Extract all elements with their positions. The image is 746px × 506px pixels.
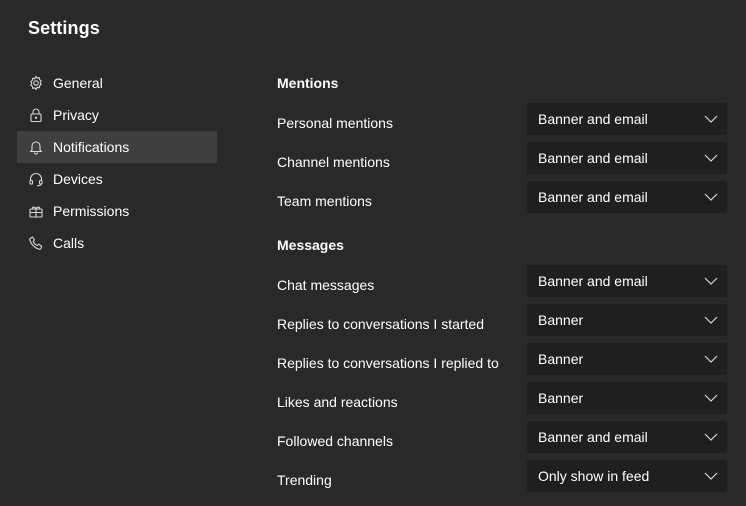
chat-messages-dropdown[interactable]: Banner and email xyxy=(527,265,727,297)
chevron-down-icon xyxy=(703,189,719,205)
chevron-down-icon xyxy=(703,273,719,289)
phone-icon xyxy=(28,235,44,251)
sidebar-item-label: Privacy xyxy=(53,107,99,123)
personal-mentions-dropdown[interactable]: Banner and email xyxy=(527,103,727,135)
row-label-replies-started: Replies to conversations I started xyxy=(277,316,484,332)
section-title-messages: Messages xyxy=(277,237,344,253)
chevron-down-icon xyxy=(703,468,719,484)
dropdown-value: Banner and email xyxy=(538,429,648,445)
replies-started-dropdown[interactable]: Banner xyxy=(527,304,727,336)
dropdown-value: Only show in feed xyxy=(538,468,650,484)
row-label-chat-messages: Chat messages xyxy=(277,277,375,293)
gift-box-icon xyxy=(28,203,44,219)
sidebar-item-notifications[interactable]: Notifications xyxy=(17,131,217,163)
dropdown-value: Banner and email xyxy=(538,273,648,289)
trending-dropdown[interactable]: Only show in feed xyxy=(527,460,727,492)
sidebar-item-label: Devices xyxy=(53,171,103,187)
dropdown-value: Banner xyxy=(538,390,584,406)
row-label-trending: Trending xyxy=(277,472,332,488)
chevron-down-icon xyxy=(703,111,719,127)
section-title-mentions: Mentions xyxy=(277,75,339,91)
page-title: Settings xyxy=(28,18,100,38)
dropdown-value: Banner and email xyxy=(538,111,648,127)
row-label-channel-mentions: Channel mentions xyxy=(277,154,390,170)
sidebar-item-label: Calls xyxy=(53,235,85,251)
dropdown-value: Banner and email xyxy=(538,150,648,166)
sidebar-item-label: Permissions xyxy=(53,203,130,219)
sidebar-item-general[interactable]: General xyxy=(17,67,217,99)
chevron-down-icon xyxy=(703,312,719,328)
gear-icon xyxy=(28,75,44,91)
chevron-down-icon xyxy=(703,351,719,367)
headset-icon xyxy=(28,171,44,187)
chevron-down-icon xyxy=(703,390,719,406)
followed-channels-dropdown[interactable]: Banner and email xyxy=(527,421,727,453)
bell-icon xyxy=(28,139,44,155)
chevron-down-icon xyxy=(703,150,719,166)
sidebar-item-permissions[interactable]: Permissions xyxy=(17,195,217,227)
sidebar-item-privacy[interactable]: Privacy xyxy=(17,99,217,131)
dropdown-value: Banner xyxy=(538,351,584,367)
dropdown-value: Banner and email xyxy=(538,189,648,205)
row-label-likes-reactions: Likes and reactions xyxy=(277,394,398,410)
sidebar-item-label: General xyxy=(53,75,103,91)
dropdown-value: Banner xyxy=(538,312,584,328)
row-label-team-mentions: Team mentions xyxy=(277,193,372,209)
row-label-followed-channels: Followed channels xyxy=(277,433,393,449)
row-label-personal-mentions: Personal mentions xyxy=(277,115,393,131)
replies-replied-dropdown[interactable]: Banner xyxy=(527,343,727,375)
sidebar-item-devices[interactable]: Devices xyxy=(17,163,217,195)
chevron-down-icon xyxy=(703,429,719,445)
lock-icon xyxy=(28,107,44,123)
sidebar-item-calls[interactable]: Calls xyxy=(17,227,217,259)
row-label-replies-replied: Replies to conversations I replied to xyxy=(277,355,499,371)
sidebar-nav: General Privacy Notifications Devices Pe… xyxy=(17,67,217,259)
likes-reactions-dropdown[interactable]: Banner xyxy=(527,382,727,414)
team-mentions-dropdown[interactable]: Banner and email xyxy=(527,181,727,213)
channel-mentions-dropdown[interactable]: Banner and email xyxy=(527,142,727,174)
sidebar-item-label: Notifications xyxy=(53,139,130,155)
